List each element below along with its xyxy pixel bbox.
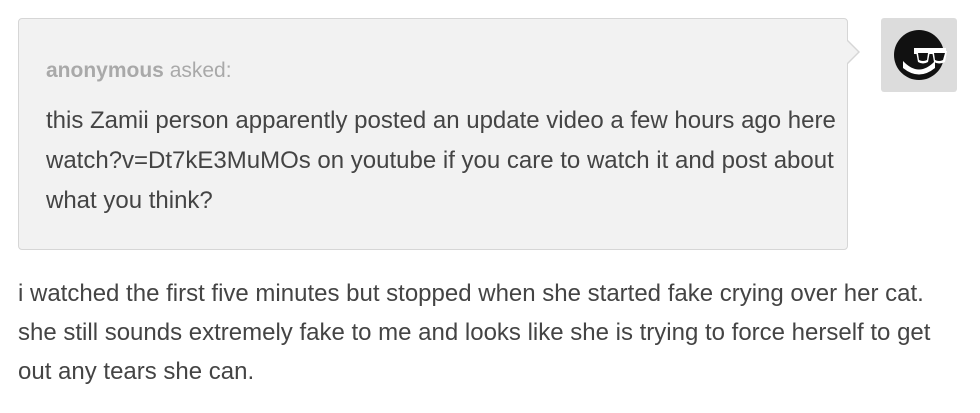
ask-pointer-fill: [846, 40, 858, 64]
answer-text: i watched the first five minutes but sto…: [18, 280, 931, 385]
sunglasses-avatar-icon: [894, 30, 947, 80]
asker-line: anonymous asked:: [46, 59, 232, 83]
asked-label: asked:: [169, 59, 232, 82]
ask-box: anonymous asked: this Zamii person appar…: [18, 18, 860, 250]
asker-name[interactable]: anonymous: [46, 59, 164, 82]
avatar[interactable]: [881, 18, 957, 92]
question-text: this Zamii person apparently posted an u…: [46, 107, 836, 214]
